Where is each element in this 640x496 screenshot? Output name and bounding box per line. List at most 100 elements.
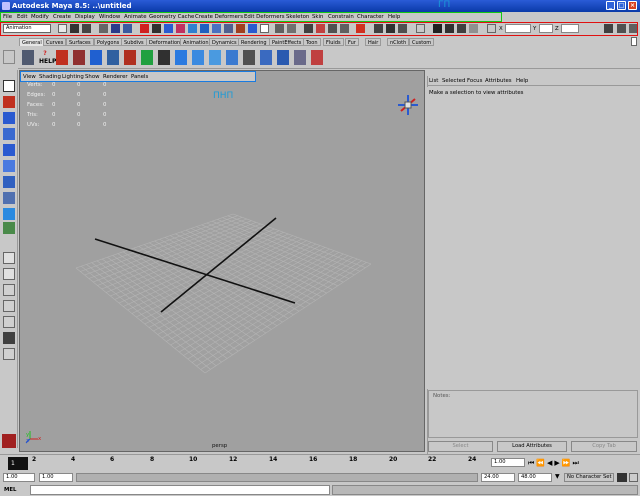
- shelf-tab-painteffects[interactable]: PaintEffects: [269, 38, 305, 46]
- layout-options-icon[interactable]: [3, 348, 15, 360]
- layout-single-pane-icon[interactable]: [3, 252, 15, 264]
- shelf-item-script-8-icon[interactable]: [175, 50, 187, 65]
- layout-persp-outliner-icon[interactable]: [3, 284, 15, 296]
- show-manipulator-icon[interactable]: [3, 208, 15, 220]
- perspective-viewport[interactable]: y x z persp Verts: 0 0 0 Edges: 0 0 0 Fa…: [19, 70, 425, 452]
- ae-select-button[interactable]: Select: [428, 441, 493, 452]
- timeline-tick-14: 14: [269, 456, 278, 463]
- timeline-tick-22: 22: [428, 456, 437, 463]
- shelf-item-script-10-icon[interactable]: [209, 50, 221, 65]
- shelf-menu-icon[interactable]: [631, 37, 637, 46]
- select-tool-icon[interactable]: [3, 80, 15, 92]
- grid-line: [196, 260, 362, 367]
- shelf-item-script-6-icon[interactable]: [141, 50, 153, 65]
- key-icon[interactable]: [617, 473, 627, 482]
- ae-menu-focus[interactable]: Focus: [467, 78, 482, 84]
- step-back-icon[interactable]: ⏪: [536, 459, 547, 467]
- hud-faces-value-2: 0: [77, 102, 81, 108]
- hud-edges-value-3: 0: [103, 92, 107, 98]
- universal-manipulator-icon[interactable]: [3, 176, 15, 188]
- shelf-item-script-2-icon[interactable]: [73, 50, 85, 65]
- character-set-dropdown[interactable]: No Character Set: [564, 473, 614, 482]
- shelf-item-script-4-icon[interactable]: [107, 50, 119, 65]
- current-frame-marker[interactable]: 1: [8, 457, 28, 470]
- maximize-button[interactable]: □: [617, 1, 626, 10]
- range-inner-end-field[interactable]: 24.00: [481, 473, 515, 482]
- shelf-item-script-15-icon[interactable]: [294, 50, 306, 65]
- close-button[interactable]: ×: [628, 1, 637, 10]
- range-slider[interactable]: [76, 473, 478, 482]
- rotate-tool-icon[interactable]: [3, 144, 15, 156]
- current-time-field[interactable]: 1.00: [491, 458, 525, 467]
- animation-prefs-icon[interactable]: [629, 473, 638, 482]
- panel-menu-lighting[interactable]: Lighting: [62, 74, 84, 80]
- range-end-field[interactable]: 48.00: [518, 473, 552, 482]
- shelf-tab-rendering[interactable]: Rendering: [238, 38, 270, 46]
- shelf-tab-fluids[interactable]: Fluids: [323, 38, 344, 46]
- shelf-tab-general[interactable]: General: [19, 38, 45, 46]
- ae-load-attributes-button[interactable]: Load Attributes: [497, 441, 567, 452]
- soft-modification-icon[interactable]: [3, 192, 15, 204]
- layout-persp-trax-icon[interactable]: [3, 332, 15, 344]
- shelf-item-script-14-icon[interactable]: [277, 50, 289, 65]
- ae-menu-attributes[interactable]: Attributes: [485, 78, 512, 84]
- shelf-item-script-16-icon[interactable]: [311, 50, 323, 65]
- ae-menu-help[interactable]: Help: [516, 78, 528, 84]
- minimize-button[interactable]: _: [606, 1, 615, 10]
- layout-persp-graph-icon[interactable]: [3, 300, 15, 312]
- shelf-options-icon[interactable]: [3, 50, 15, 64]
- range-inner-start-field[interactable]: 1.00: [39, 473, 73, 482]
- move-tool-icon[interactable]: [3, 128, 15, 140]
- last-tool-icon[interactable]: [3, 222, 15, 234]
- layout-hypershade-icon[interactable]: [3, 316, 15, 328]
- shelf-tab-deformation[interactable]: Deformation: [146, 38, 184, 46]
- shelf-item-script-13-icon[interactable]: [260, 50, 272, 65]
- character-set-arrow-icon[interactable]: ▼: [555, 473, 563, 482]
- shelf-item-script-3-icon[interactable]: [90, 50, 102, 65]
- shelf-tab-ncloth[interactable]: nCloth: [387, 38, 410, 46]
- play-forward-icon[interactable]: ▶: [554, 459, 561, 467]
- shelf-tab-curves[interactable]: Curves: [43, 38, 67, 46]
- panel-menu-view[interactable]: View: [23, 74, 36, 80]
- shelf-tab-hair[interactable]: Hair: [365, 38, 382, 46]
- scale-tool-icon[interactable]: [3, 160, 15, 172]
- panel-menu-shading[interactable]: Shading: [39, 74, 61, 80]
- hud-tris-value-1: 0: [52, 112, 56, 118]
- lasso-tool-icon[interactable]: [3, 96, 15, 108]
- help-icon[interactable]: HELP?: [39, 50, 56, 65]
- ae-copy-tab-button[interactable]: Copy Tab: [571, 441, 637, 452]
- range-start-field[interactable]: 1.00: [3, 473, 35, 482]
- shelf-item-script-1-icon[interactable]: [56, 50, 68, 65]
- shelf-tab-toon[interactable]: Toon: [303, 38, 321, 46]
- panel-menu-panels[interactable]: Panels: [131, 74, 148, 80]
- paint-select-tool-icon[interactable]: [3, 112, 15, 124]
- shelf-tab-custom[interactable]: Custom: [409, 38, 435, 46]
- notes-section[interactable]: Notes:: [428, 390, 638, 438]
- shelf-item-select-icon[interactable]: [22, 50, 34, 65]
- layout-four-pane-icon[interactable]: [3, 268, 15, 280]
- shelf-tab-subdivs[interactable]: Subdivs: [121, 38, 147, 46]
- annotation-main-menu-frame: [0, 12, 502, 22]
- grid-line: [153, 243, 316, 332]
- shelf-tab-polygons[interactable]: Polygons: [94, 38, 123, 46]
- panel-menu-show[interactable]: Show: [85, 74, 100, 80]
- step-forward-icon[interactable]: ⏩: [562, 459, 573, 467]
- shelf-tab-fur[interactable]: Fur: [345, 38, 359, 46]
- hud-uvs-label: UVs:: [27, 122, 40, 128]
- mel-command-input[interactable]: [30, 485, 330, 495]
- shelf-item-script-11-icon[interactable]: [226, 50, 238, 65]
- shelf-tab-surfaces[interactable]: Surfaces: [66, 38, 94, 46]
- camera-name-label: persp: [212, 443, 228, 449]
- ae-menu-selected[interactable]: Selected: [442, 78, 465, 84]
- shelf-item-script-5-icon[interactable]: [124, 50, 136, 65]
- shelf-tab-dynamics[interactable]: Dynamics: [209, 38, 240, 46]
- shelf-tab-animation[interactable]: Animation: [180, 38, 212, 46]
- panel-menu-renderer[interactable]: Renderer: [103, 74, 128, 80]
- ae-menu-list[interactable]: List: [429, 78, 438, 84]
- hud-edges-label: Edges:: [27, 92, 46, 98]
- shelf-item-script-9-icon[interactable]: [192, 50, 204, 65]
- shelf-item-script-12-icon[interactable]: [243, 50, 255, 65]
- shelf-item-script-7-icon[interactable]: [158, 50, 170, 65]
- hud-verts-value-1: 0: [52, 82, 56, 88]
- step-key-forward-icon[interactable]: ⏭: [573, 459, 581, 467]
